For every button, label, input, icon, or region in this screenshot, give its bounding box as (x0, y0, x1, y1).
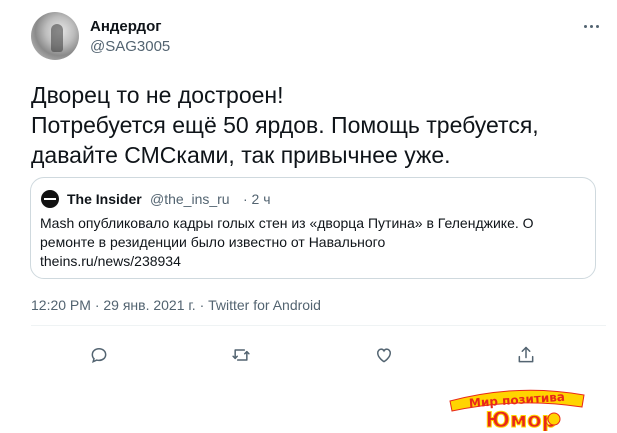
tweet-line: Потребуется ещё 50 ярдов. Помощь требует… (31, 112, 539, 138)
quote-avatar (41, 190, 59, 208)
quote-line: ремонте в резиденции было известно от На… (40, 234, 386, 250)
quote-display-name: The Insider (67, 191, 142, 207)
quote-body: Mash опубликовало кадры голых стен из «д… (40, 214, 585, 271)
like-icon[interactable] (369, 340, 399, 370)
share-icon[interactable] (511, 340, 541, 370)
quote-line: Mash опубликовало кадры голых стен из «д… (40, 215, 534, 231)
quote-time: · 2 ч (243, 191, 271, 207)
svg-text:Юмор: Юмор (485, 408, 556, 431)
divider (31, 325, 606, 326)
quote-link[interactable]: theins.ru/news/238934 (40, 252, 585, 271)
author-handle[interactable]: @SAG3005 (90, 38, 170, 55)
avatar[interactable] (31, 12, 79, 60)
watermark-logo: Мир позитива Юмор (449, 390, 585, 431)
reply-icon[interactable] (84, 340, 114, 370)
tweet-line: Дворец то не достроен! (31, 82, 284, 108)
tweet-text: Дворец то не достроен! Потребуется ещё 5… (31, 80, 606, 170)
retweet-icon[interactable] (226, 340, 256, 370)
quoted-tweet[interactable]: The Insider @the_ins_ru · 2 ч Mash опубл… (30, 177, 596, 279)
tweet-meta: 12:20 PM · 29 янв. 2021 г. · Twitter for… (31, 297, 321, 313)
author-display-name[interactable]: Андердог (90, 18, 161, 35)
tweet-line: давайте СМСками, так привычнее уже. (31, 142, 451, 168)
more-options-icon[interactable] (576, 14, 606, 38)
quote-handle: @the_ins_ru (150, 191, 230, 207)
